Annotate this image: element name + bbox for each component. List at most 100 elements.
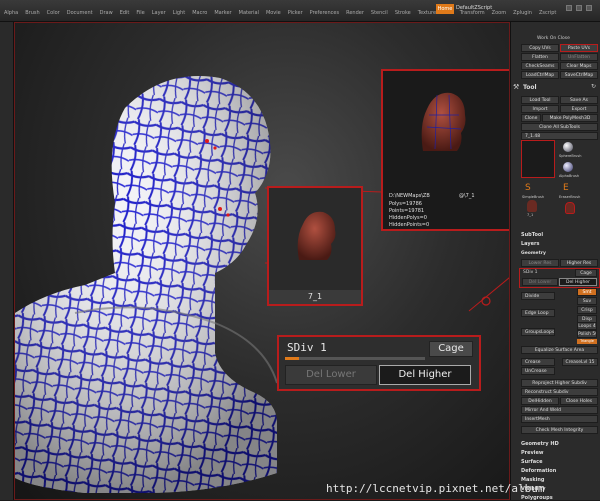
menu-item-stencil[interactable]: Stencil (371, 10, 388, 16)
cage-button[interactable]: Cage (429, 341, 473, 357)
menu-item-material[interactable]: Material (239, 10, 259, 16)
canvas-viewport[interactable]: D:\NEWMaps\ZB @\7_1 Polys=19786 Points=1… (14, 22, 510, 500)
subtool-section[interactable]: SubTool (521, 232, 543, 238)
menu-item-marker[interactable]: Marker (214, 10, 231, 16)
subtool-thumb-label: 7_1 (527, 213, 534, 217)
close-icon[interactable] (586, 5, 592, 11)
tool-name-slider[interactable]: 7_1.48 (521, 132, 598, 140)
menu-item-color[interactable]: Color (47, 10, 60, 16)
preview-section[interactable]: Preview (521, 450, 544, 456)
loops-slider[interactable]: Loops 4 (577, 322, 597, 330)
menu-item-draw[interactable]: Draw (100, 10, 113, 16)
clone-all-subtools-button[interactable]: Clone All SubTools (521, 123, 598, 131)
eraser-brush-icon[interactable]: E (563, 182, 573, 194)
menu-item-edit[interactable]: Edit (120, 10, 130, 16)
menu-item-render[interactable]: Render (346, 10, 364, 16)
tool-palette-title[interactable]: Tool (523, 84, 537, 91)
menu-item-zscript[interactable]: Zscript (539, 10, 556, 16)
close-holes-button[interactable]: Close Holes (560, 397, 598, 405)
polygroups-section[interactable]: Polygroups (521, 495, 553, 501)
home-button[interactable]: Home (436, 4, 454, 14)
menu-item-macro[interactable]: Macro (192, 10, 207, 16)
unflatten-button[interactable]: UnFlatten (560, 53, 598, 61)
sdiv-slider-fill (285, 357, 299, 360)
paste-uvs-button[interactable]: Paste UVs (560, 44, 598, 52)
tool-thumbnail-popup: 7_1 (267, 186, 363, 306)
smt-toggle[interactable]: Smt (577, 288, 597, 296)
deformation-section[interactable]: Deformation (521, 468, 556, 474)
simple-brush-icon[interactable]: S (525, 182, 535, 194)
menu-item-brush[interactable]: Brush (25, 10, 39, 16)
flatten-button[interactable]: Flatten (521, 53, 559, 61)
del-lower-button-small[interactable]: Del Lower (522, 278, 558, 286)
del-lower-button[interactable]: Del Lower (285, 365, 377, 385)
export-button[interactable]: Export (560, 105, 598, 113)
sphere-brush-icon[interactable] (563, 142, 573, 152)
menu-item-alpha[interactable]: Alpha (4, 10, 18, 16)
thumbnail-head-icon (297, 211, 336, 260)
reconstruct-subdiv-button[interactable]: Reconstruct Subdiv (521, 388, 598, 396)
refresh-icon[interactable]: ↻ (591, 83, 596, 90)
copy-uvs-button[interactable]: Copy UVs (521, 44, 559, 52)
crease-button[interactable]: Crease (521, 358, 555, 366)
geometry-hd-section[interactable]: Geometry HD (521, 441, 559, 447)
triangle-toggle[interactable]: Triangle (577, 339, 597, 344)
crisp-toggle[interactable]: Crisp (577, 306, 597, 314)
uncrease-button[interactable]: UnCrease (521, 367, 555, 375)
load-ctrl-map-button[interactable]: LoadCtrlMap (521, 71, 559, 79)
clear-maps-button[interactable]: Clear Maps (560, 62, 598, 70)
maximize-icon[interactable] (576, 5, 582, 11)
save-as-button[interactable]: Save As (560, 96, 598, 104)
menu-item-document[interactable]: Document (67, 10, 93, 16)
equalize-surface-area-button[interactable]: Equalize Surface Area (521, 346, 598, 354)
del-hidden-button[interactable]: DelHidden (521, 397, 559, 405)
menu-item-preferences[interactable]: Preferences (310, 10, 339, 16)
menu-item-layer[interactable]: Layer (152, 10, 166, 16)
mirror-and-weld-button[interactable]: Mirror And Weld (521, 406, 598, 414)
higher-res-button[interactable]: Higher Res (560, 259, 598, 267)
subtool-thumb-icon[interactable] (527, 200, 537, 212)
clone-button[interactable]: Clone (521, 114, 541, 122)
del-higher-button[interactable]: Del Higher (379, 365, 471, 385)
menu-item-stroke[interactable]: Stroke (395, 10, 411, 16)
suv-toggle[interactable]: Suv (577, 297, 597, 305)
edge-loop-button[interactable]: Edge Loop (521, 309, 555, 317)
make-polymesh3d-button[interactable]: Make PolyMesh3D (542, 114, 598, 122)
menu-item-picker[interactable]: Picker (288, 10, 303, 16)
check-mesh-integrity-button[interactable]: Check Mesh Integrity (521, 426, 598, 434)
load-tool-button[interactable]: Load Tool (521, 96, 559, 104)
info-hidden-points: HiddenPoints=0 (389, 222, 430, 228)
cage-button-small[interactable]: Cage (575, 269, 597, 277)
layers-section[interactable]: Layers (521, 241, 540, 247)
menu-item-light[interactable]: Light (173, 10, 185, 16)
info-hidden-polys: HiddenPolys=0 (389, 215, 427, 221)
insert-mesh-button[interactable]: InsertMesh (521, 415, 598, 423)
menu-item-file[interactable]: File (136, 10, 144, 16)
menu-item-zoom[interactable]: Zoom (492, 10, 506, 16)
surface-section[interactable]: Surface (521, 459, 543, 465)
minimize-icon[interactable] (566, 5, 572, 11)
polish-slider[interactable]: Polish 50 (577, 330, 597, 338)
reproject-higher-subdiv-button[interactable]: Reproject Higher Subdiv (521, 379, 598, 387)
current-tool-thumb[interactable] (521, 140, 555, 178)
subdivision-controls-zoom: SDiv 1 Cage Del Lower Del Higher (277, 335, 481, 391)
group-loops-button[interactable]: GroupsLoops (521, 328, 555, 336)
geometry-section[interactable]: Geometry (521, 251, 546, 256)
sdiv-slider-small[interactable]: SDiv 1 (523, 270, 538, 275)
right-tray-panel: Work On Close Copy UVs Paste UVs Flatten… (510, 22, 600, 501)
thumbnail-label: 7_1 (269, 290, 361, 304)
crease-level-slider[interactable]: CreaseLvl 15 (562, 358, 598, 366)
sdiv-slider[interactable] (285, 357, 425, 360)
import-button[interactable]: Import (521, 105, 559, 113)
lower-res-button[interactable]: Lower Res (521, 259, 559, 267)
save-ctrl-map-button[interactable]: SaveCtrlMap (560, 71, 598, 79)
menu-item-zplugin[interactable]: Zplugin (513, 10, 532, 16)
divide-button[interactable]: Divide (521, 292, 555, 300)
alpha-brush-icon[interactable] (563, 162, 573, 172)
menu-item-movie[interactable]: Movie (266, 10, 281, 16)
subtool-thumb-icon-2[interactable] (565, 202, 575, 214)
menu-item-texture[interactable]: Texture (418, 10, 436, 16)
default-zscript-label[interactable]: DefaultZScript (456, 5, 492, 11)
del-higher-button-small[interactable]: Del Higher (559, 278, 597, 286)
check-seams-button[interactable]: CheckSeams (521, 62, 559, 70)
